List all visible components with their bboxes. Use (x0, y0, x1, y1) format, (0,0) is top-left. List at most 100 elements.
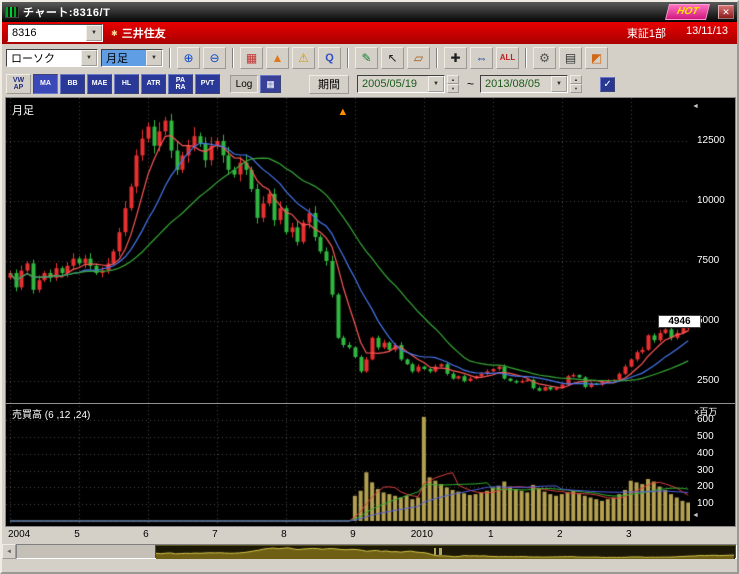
toolbar-row-1: ローソク ▼ 月足 ▼ ⊕⊖ ▦▲⚠Q ✎↖▱ ✚⇔ALL ⚙▤◩ (2, 44, 737, 71)
scrollbar-track[interactable] (16, 544, 737, 559)
stock-code-value: 8316 (8, 27, 86, 39)
alert-icon[interactable]: ⚠ (292, 47, 315, 69)
chart-window: チャート:8316/T HOT ✕ 8316 ▼ ✱ 三井住友 東証1部 13/… (0, 0, 739, 574)
period-button[interactable]: 期間 (309, 75, 349, 94)
x-axis-label: 7 (212, 529, 218, 540)
compare-icon[interactable]: ▲ (266, 47, 289, 69)
zoom-in-icon[interactable]: ⊕ (177, 47, 200, 69)
toolbar-separator (169, 48, 171, 68)
date-to-value: 2013/08/05 (481, 78, 551, 90)
chart-scrollbar: ◄ (2, 544, 737, 559)
toolbar-separator (232, 48, 234, 68)
volume-axis-label: 100 (697, 498, 714, 509)
indicator-button-mae[interactable]: MAE (87, 74, 112, 94)
main-chart-canvas[interactable] (6, 98, 690, 526)
event-marker-icon[interactable]: ▲ (337, 106, 348, 118)
indicator-button-hl[interactable]: HL (114, 74, 139, 94)
marker-icon: ✱ (111, 29, 118, 38)
scrollbar-minimap[interactable] (156, 546, 735, 559)
timeframe-value: 月足 (102, 50, 146, 66)
show-all-button[interactable]: ALL (496, 47, 519, 69)
x-axis-label: 9 (350, 529, 356, 540)
date-label: 13/11/13 (686, 25, 728, 41)
price-axis-label: 2500 (697, 375, 719, 386)
stock-code-combo[interactable]: 8316 ▼ (7, 24, 103, 42)
apply-checkbox[interactable]: ✓ (600, 77, 615, 92)
toolbar-separator (436, 48, 438, 68)
x-axis-label: 6 (143, 529, 149, 540)
spinner-up-icon[interactable]: ▲ (570, 75, 582, 84)
chart-style-icon[interactable]: ▦ (240, 47, 263, 69)
print-icon[interactable]: ▤ (559, 47, 582, 69)
crosshair-icon[interactable]: ✚ (444, 47, 467, 69)
chevron-down-icon[interactable]: ▼ (86, 25, 102, 41)
close-button[interactable]: ✕ (718, 5, 734, 19)
volume-axis-label: 300 (697, 465, 714, 476)
date-from-value: 2005/05/19 (358, 78, 428, 90)
toolbar-separator (347, 48, 349, 68)
price-axis-label: 10000 (697, 195, 725, 206)
chevron-down-icon[interactable]: ▼ (81, 50, 97, 66)
date-from-spinner: ▲ ▼ (447, 75, 459, 93)
x-axis-label: 3 (626, 529, 632, 540)
indicator-button-vwap[interactable]: VW AP (6, 74, 31, 94)
indicator-button-atr[interactable]: ATR (141, 74, 166, 94)
spinner-down-icon[interactable]: ▼ (447, 84, 459, 93)
date-to-combo[interactable]: 2013/08/05 ▼ (480, 75, 568, 93)
chevron-down-icon[interactable]: ▼ (428, 76, 444, 92)
cursor-mode-icon[interactable]: ↖ (381, 47, 404, 69)
market-label: 東証1部 (627, 25, 666, 41)
info-bar: 8316 ▼ ✱ 三井住友 東証1部 13/11/13 (2, 22, 737, 44)
x-axis-label: 2 (557, 529, 563, 540)
stock-ident: ✱ 三井住友 (111, 25, 166, 41)
settings-icon[interactable]: ⚙ (533, 47, 556, 69)
volume-axis-label: 500 (697, 431, 714, 442)
x-axis-label: 2010 (411, 529, 433, 540)
spinner-up-icon[interactable]: ▲ (447, 75, 459, 84)
scrollbar-grip[interactable] (434, 548, 442, 555)
x-axis: 2004 5 6 7 8 9 2010 1 2 3 (2, 527, 737, 543)
spinner-down-icon[interactable]: ▼ (570, 84, 582, 93)
date-to-spinner: ▲ ▼ (570, 75, 582, 93)
price-axis-label: 7500 (697, 255, 719, 266)
x-axis-label: 8 (281, 529, 287, 540)
quote-info-icon[interactable]: Q (318, 47, 341, 69)
indicator-button-bb[interactable]: BB (60, 74, 85, 94)
volume-axis-label: 600 (697, 414, 714, 425)
volume-axis-label: 200 (697, 481, 714, 492)
grid-toggle-icon[interactable]: ▦ (260, 75, 281, 93)
timeframe-combo[interactable]: 月足 ▼ (101, 49, 163, 67)
hot-button[interactable]: HOT (665, 4, 710, 20)
indicator-button-para[interactable]: PA RA (168, 74, 193, 94)
toolbar-separator (525, 48, 527, 68)
pane-scale-arrow-icon[interactable]: ◄ (692, 512, 699, 519)
pane-scale-arrow-icon[interactable]: ◄ (692, 103, 699, 110)
x-axis-label: 1 (488, 529, 494, 540)
indicator-button-ma[interactable]: MA (33, 74, 58, 94)
palette-icon[interactable]: ◩ (585, 47, 608, 69)
chart-area: 月足 売買高 (6 ,12 ,24) ×百万 4946 ▲ ◄ ◄ 125001… (5, 97, 736, 527)
range-icon[interactable]: ⇔ (470, 47, 493, 69)
indicator-button-pvt[interactable]: PVT (195, 74, 220, 94)
price-pane-label: 月足 (12, 102, 34, 118)
chevron-down-icon[interactable]: ▼ (551, 76, 567, 92)
eraser-icon[interactable]: ▱ (407, 47, 430, 69)
x-axis-label: 5 (74, 529, 80, 540)
log-scale-button[interactable]: Log (230, 75, 258, 93)
volume-axis-label: 400 (697, 448, 714, 459)
x-axis-label: 2004 (8, 529, 30, 540)
scrollbar-thumb[interactable] (155, 545, 736, 558)
date-from-combo[interactable]: 2005/05/19 ▼ (357, 75, 445, 93)
chart-type-combo[interactable]: ローソク ▼ (6, 49, 98, 67)
status-strip (2, 559, 737, 573)
window-title: チャート:8316/T (23, 4, 663, 20)
zoom-out-icon[interactable]: ⊖ (203, 47, 226, 69)
pane-divider[interactable] (6, 403, 735, 404)
chevron-down-icon[interactable]: ▼ (146, 50, 162, 66)
app-icon (5, 6, 19, 18)
range-tilde: ~ (467, 77, 474, 91)
chart-type-value: ローソク (7, 50, 81, 66)
scroll-left-button[interactable]: ◄ (2, 544, 16, 559)
stock-name: 三井住友 (122, 25, 166, 41)
draw-pencil-icon[interactable]: ✎ (355, 47, 378, 69)
